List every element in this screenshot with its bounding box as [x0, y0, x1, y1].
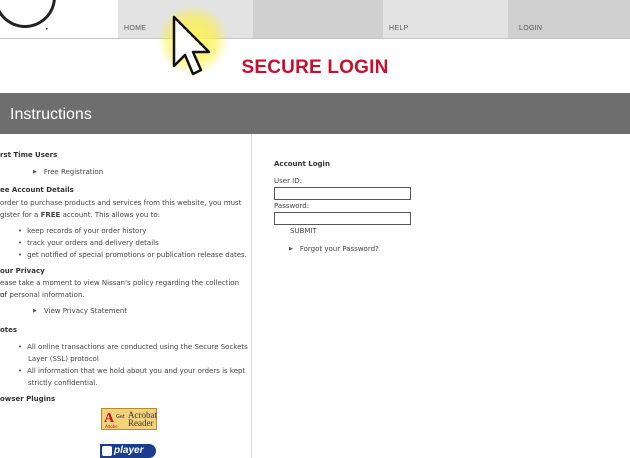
real-logo-icon — [102, 446, 112, 456]
top-navigation-bar: • HOME HELP LOGIN — [0, 0, 630, 38]
instructions-heading: Instructions — [10, 106, 92, 123]
benefit-text: keep records of your order history — [27, 227, 147, 235]
password-input[interactable] — [274, 212, 411, 225]
bullet-dot-icon: • — [18, 227, 23, 235]
first-time-users-heading: rst Time Users — [0, 151, 58, 159]
nav-divider — [0, 38, 630, 39]
benefit-text: get notified of special promotions or pu… — [27, 251, 247, 259]
account-details-text-b: account. This allows you to: — [62, 211, 160, 219]
acrobat-vendor-label: Adobe — [105, 424, 118, 429]
nav-login[interactable]: LOGIN — [508, 0, 630, 38]
note-item: • All online transactions are conducted u… — [18, 343, 248, 351]
privacy-heading: our Privacy — [0, 267, 45, 275]
privacy-statement-label: View Privacy Statement — [43, 307, 128, 315]
nav-login-label: LOGIN — [519, 25, 543, 32]
user-id-label: User ID: — [274, 177, 302, 185]
acrobat-name-label: Acrobat Reader — [128, 411, 157, 428]
acrobat-name-line-2: Reader — [128, 418, 154, 428]
account-details-line-2: gister for a FREE account. This allows y… — [0, 209, 246, 221]
submit-button[interactable]: SUBMIT — [290, 227, 317, 235]
instructions-panel: rst Time Users ▶ Free Registration ee Acc… — [0, 134, 252, 458]
bullet-dot-icon: • — [18, 367, 23, 375]
brand-logo-icon — [0, 0, 56, 28]
note-item: • All information that we hold about you … — [18, 367, 245, 375]
privacy-line-2: ur personal information. — [0, 291, 85, 299]
realplayer-badge[interactable]: player — [100, 444, 156, 458]
nav-home-label: HOME — [124, 25, 147, 32]
bullet-dot-icon: • — [18, 343, 23, 351]
benefit-item: • track your orders and delivery details — [18, 239, 159, 247]
triangle-right-icon: ▶ — [33, 169, 37, 175]
instructions-band: Instructions — [0, 93, 630, 134]
note-text: All information that we hold about you a… — [27, 367, 246, 375]
forgot-password-label: Forgot your Password? — [299, 245, 379, 253]
brand-logo[interactable]: • — [0, 0, 118, 38]
note-text: All online transactions are conducted us… — [27, 343, 248, 351]
password-label: Password: — [274, 202, 310, 210]
account-details-line-1: order to purchase products and services … — [0, 199, 242, 207]
benefit-text: track your orders and delivery details — [27, 239, 159, 247]
realplayer-label: player — [114, 445, 144, 456]
nav-blank-tab[interactable] — [253, 0, 383, 38]
forgot-password-link[interactable]: ▶ Forgot your Password? — [289, 245, 379, 253]
bullet-dot-icon: • — [18, 251, 23, 259]
acrobat-reader-badge[interactable]: A Get Acrobat Reader Adobe — [101, 408, 157, 430]
page-title-container: SECURE LOGIN — [0, 57, 630, 79]
account-login-title: Account Login — [274, 160, 330, 168]
triangle-right-icon: ▶ — [289, 246, 293, 252]
logo-mark: • — [45, 26, 49, 33]
login-panel: Account Login User ID: Password: SUBMIT … — [253, 134, 630, 458]
account-details-text-a: gister for a — [0, 211, 39, 219]
triangle-right-icon: ▶ — [33, 308, 37, 314]
privacy-statement-link[interactable]: ▶ View Privacy Statement — [33, 307, 127, 315]
benefit-item: • get notified of special promotions or p… — [18, 251, 247, 259]
browser-plugins-heading: owser Plugins — [0, 395, 56, 403]
account-details-heading: ee Account Details — [0, 186, 74, 194]
note-item-continued: strictly confidential. — [28, 379, 98, 387]
nav-help-label: HELP — [389, 25, 409, 32]
arrow-pointer-icon — [172, 15, 211, 76]
benefit-item: • keep records of your order history — [18, 227, 146, 235]
page-title: SECURE LOGIN — [241, 57, 389, 78]
bullet-dot-icon: • — [18, 239, 23, 247]
account-details-free: FREE — [40, 211, 61, 219]
nav-help[interactable]: HELP — [383, 0, 508, 38]
free-registration-label: Free Registration — [43, 168, 104, 176]
free-registration-link[interactable]: ▶ Free Registration — [33, 168, 103, 176]
notes-heading: otes — [0, 326, 18, 334]
note-item-continued: Layer (SSL) protocol — [28, 355, 99, 363]
user-id-input[interactable] — [274, 187, 411, 200]
acrobat-get-label: Get — [116, 414, 125, 420]
